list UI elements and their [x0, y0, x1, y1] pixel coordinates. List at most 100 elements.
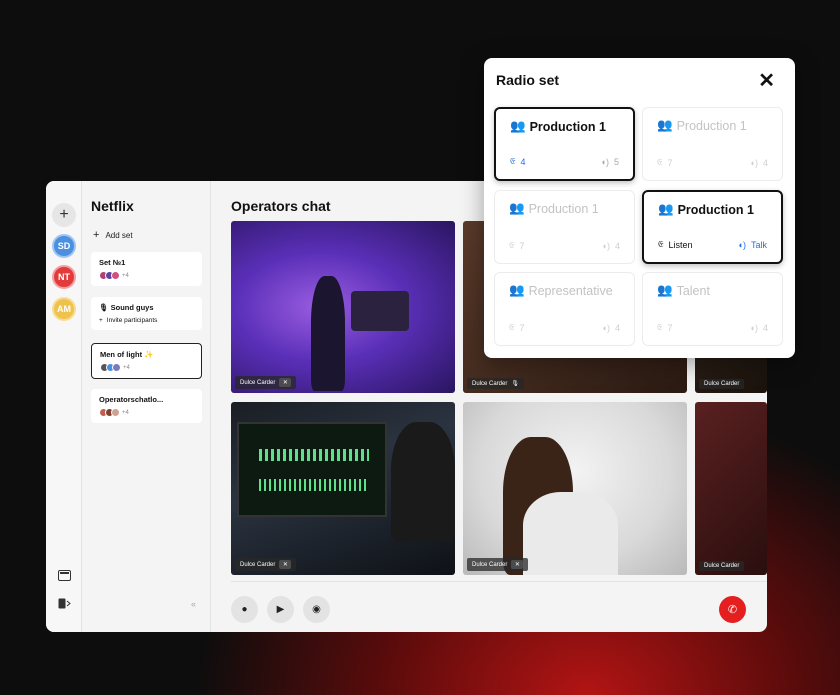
- channel-name: Representative: [528, 283, 613, 298]
- talk-icon: ◖): [749, 157, 758, 168]
- camera-rig: [351, 291, 409, 331]
- phone-icon: ✆: [727, 604, 738, 616]
- channel-name: Production 1: [528, 201, 599, 216]
- participants-button[interactable]: ●: [231, 596, 258, 623]
- ear-icon: 𝔈: [657, 157, 663, 167]
- workspace-rail: + SD NT AM: [46, 181, 82, 632]
- channel-card-2[interactable]: 👥 Production 1 𝔈7 ◖) 4: [642, 107, 783, 181]
- talk-button[interactable]: ◖) Talk: [738, 240, 767, 250]
- mic-off-icon: ✕: [511, 560, 524, 569]
- talk-control[interactable]: ◖) 4: [750, 158, 768, 168]
- set-name: 🎙 Sound guys: [99, 303, 154, 312]
- participant-video: [391, 422, 455, 542]
- workspace-avatar-sd[interactable]: SD: [52, 234, 76, 258]
- plus-icon: +: [99, 317, 103, 324]
- listen-control[interactable]: 𝔈7: [509, 322, 525, 333]
- listen-count: 7: [667, 322, 673, 333]
- ear-icon: 𝔈: [657, 322, 663, 332]
- workspace-avatar-nt[interactable]: NT: [52, 265, 76, 289]
- mic-off-icon: ✕: [279, 378, 292, 387]
- participant-video: [311, 276, 345, 391]
- listen-control[interactable]: 𝔈7: [657, 157, 673, 168]
- record-icon: ◉: [312, 604, 321, 615]
- invite-label: Invite participants: [106, 317, 158, 324]
- participant-name: Dulce Carder: [240, 561, 276, 568]
- set-card-4[interactable]: Operatorschatlo... +4: [91, 389, 202, 423]
- channel-card-4[interactable]: 👥 Production 1 𝔈 Listen ◖) Talk: [642, 190, 783, 264]
- collapse-sidebar-button[interactable]: «: [191, 599, 196, 609]
- group-icon: 👥: [657, 283, 673, 297]
- video-tile-5[interactable]: Dulce Carder ✕: [463, 402, 687, 575]
- member-count: +4: [123, 364, 130, 371]
- ear-icon: 𝔈: [510, 156, 516, 166]
- set-avatars: +4: [99, 408, 194, 417]
- channel-card-3[interactable]: 👥 Production 1 𝔈7 ◖) 4: [494, 190, 635, 264]
- close-button[interactable]: ✕: [758, 68, 775, 93]
- video-tile-6[interactable]: Dulce Carder: [695, 402, 767, 575]
- talk-control[interactable]: ◖) 4: [602, 323, 620, 333]
- ear-icon: 𝔈: [658, 239, 664, 249]
- user-icon: ●: [241, 604, 248, 615]
- channel-card-5[interactable]: 👥 Representative 𝔈7 ◖) 4: [494, 272, 635, 346]
- talk-count: 4: [614, 322, 620, 333]
- group-icon: 👥: [510, 119, 526, 133]
- radio-set-panel: Radio set ✕ 👥 Production 1 𝔈4 ◖) 5 👥 Produc…: [484, 58, 795, 358]
- talk-count: 4: [762, 157, 768, 168]
- listen-count: 7: [519, 240, 525, 251]
- set-avatars: +4: [99, 271, 194, 280]
- listen-control[interactable]: 𝔈7: [657, 322, 673, 333]
- participant-nametag: Dulce Carder: [699, 379, 745, 389]
- talk-icon: ◖): [749, 322, 758, 333]
- listen-count: 7: [667, 157, 673, 168]
- video-tile-4[interactable]: Dulce Carder ✕: [231, 402, 455, 575]
- camera-toggle-button[interactable]: ▶: [267, 596, 294, 623]
- call-controls: ● ▶ ◉ ✆: [231, 581, 767, 632]
- radio-set-title: Radio set: [496, 72, 560, 88]
- set-name: Operatorschatlo...: [99, 395, 164, 404]
- participant-nametag: Dulce Carder 🎙: [467, 378, 524, 389]
- set-avatars: +4: [100, 363, 193, 372]
- set-card-2[interactable]: 🎙 Sound guys + Invite participants: [91, 297, 202, 330]
- participant-nametag: Dulce Carder: [699, 561, 745, 571]
- participant-name: Dulce Carder: [704, 563, 740, 569]
- sets-sidebar: Netflix + Add set Set №1 +4 🎙 Sound guys…: [83, 181, 211, 632]
- channel-card-6[interactable]: 👥 Talent 𝔈7 ◖) 4: [642, 272, 783, 346]
- participant-nametag: Dulce Carder ✕: [235, 558, 297, 571]
- talk-control[interactable]: ◖) 4: [750, 323, 768, 333]
- workspace-avatar-am[interactable]: AM: [52, 297, 76, 321]
- group-icon: 👥: [509, 283, 525, 297]
- mic-icon: 🎙: [511, 381, 519, 387]
- listen-control[interactable]: 𝔈7: [509, 240, 525, 251]
- add-workspace-button[interactable]: +: [52, 203, 76, 227]
- member-count: +4: [122, 272, 129, 279]
- set-card-1[interactable]: Set №1 +4: [91, 252, 202, 286]
- ear-icon: 𝔈: [509, 322, 515, 332]
- chat-title: Operators chat: [231, 198, 331, 214]
- participant-name: Dulce Carder: [472, 561, 508, 568]
- talk-control[interactable]: ◖) 4: [602, 241, 620, 251]
- group-icon: 👥: [509, 201, 525, 215]
- add-set-button[interactable]: + Add set: [93, 229, 133, 241]
- set-name: Men of light ✨: [100, 350, 154, 359]
- listen-control[interactable]: 𝔈4: [510, 156, 526, 167]
- participant-shirt: [523, 492, 618, 575]
- listen-button[interactable]: 𝔈 Listen: [658, 239, 693, 250]
- invite-participants-link[interactable]: + Invite participants: [99, 317, 194, 324]
- participant-name: Dulce Carder: [240, 379, 276, 386]
- talk-icon: ◖): [737, 239, 746, 250]
- talk-control[interactable]: ◖) 5: [601, 157, 619, 167]
- talk-icon: ◖): [601, 322, 610, 333]
- record-button[interactable]: ◉: [303, 596, 330, 623]
- participant-nametag: Dulce Carder ✕: [467, 558, 529, 571]
- end-call-button[interactable]: ✆: [719, 596, 746, 623]
- logout-icon[interactable]: [58, 598, 71, 609]
- workspace-title: Netflix: [91, 198, 134, 214]
- video-tile-1[interactable]: Dulce Carder ✕: [231, 221, 455, 393]
- channel-card-1[interactable]: 👥 Production 1 𝔈4 ◖) 5: [494, 107, 635, 181]
- talk-count: 5: [613, 156, 619, 167]
- monitor-screen: [237, 422, 387, 517]
- set-card-3[interactable]: Men of light ✨ +4: [91, 343, 202, 379]
- film-icon[interactable]: [58, 570, 71, 581]
- ear-icon: 𝔈: [509, 240, 515, 250]
- group-icon: 👥: [658, 202, 674, 216]
